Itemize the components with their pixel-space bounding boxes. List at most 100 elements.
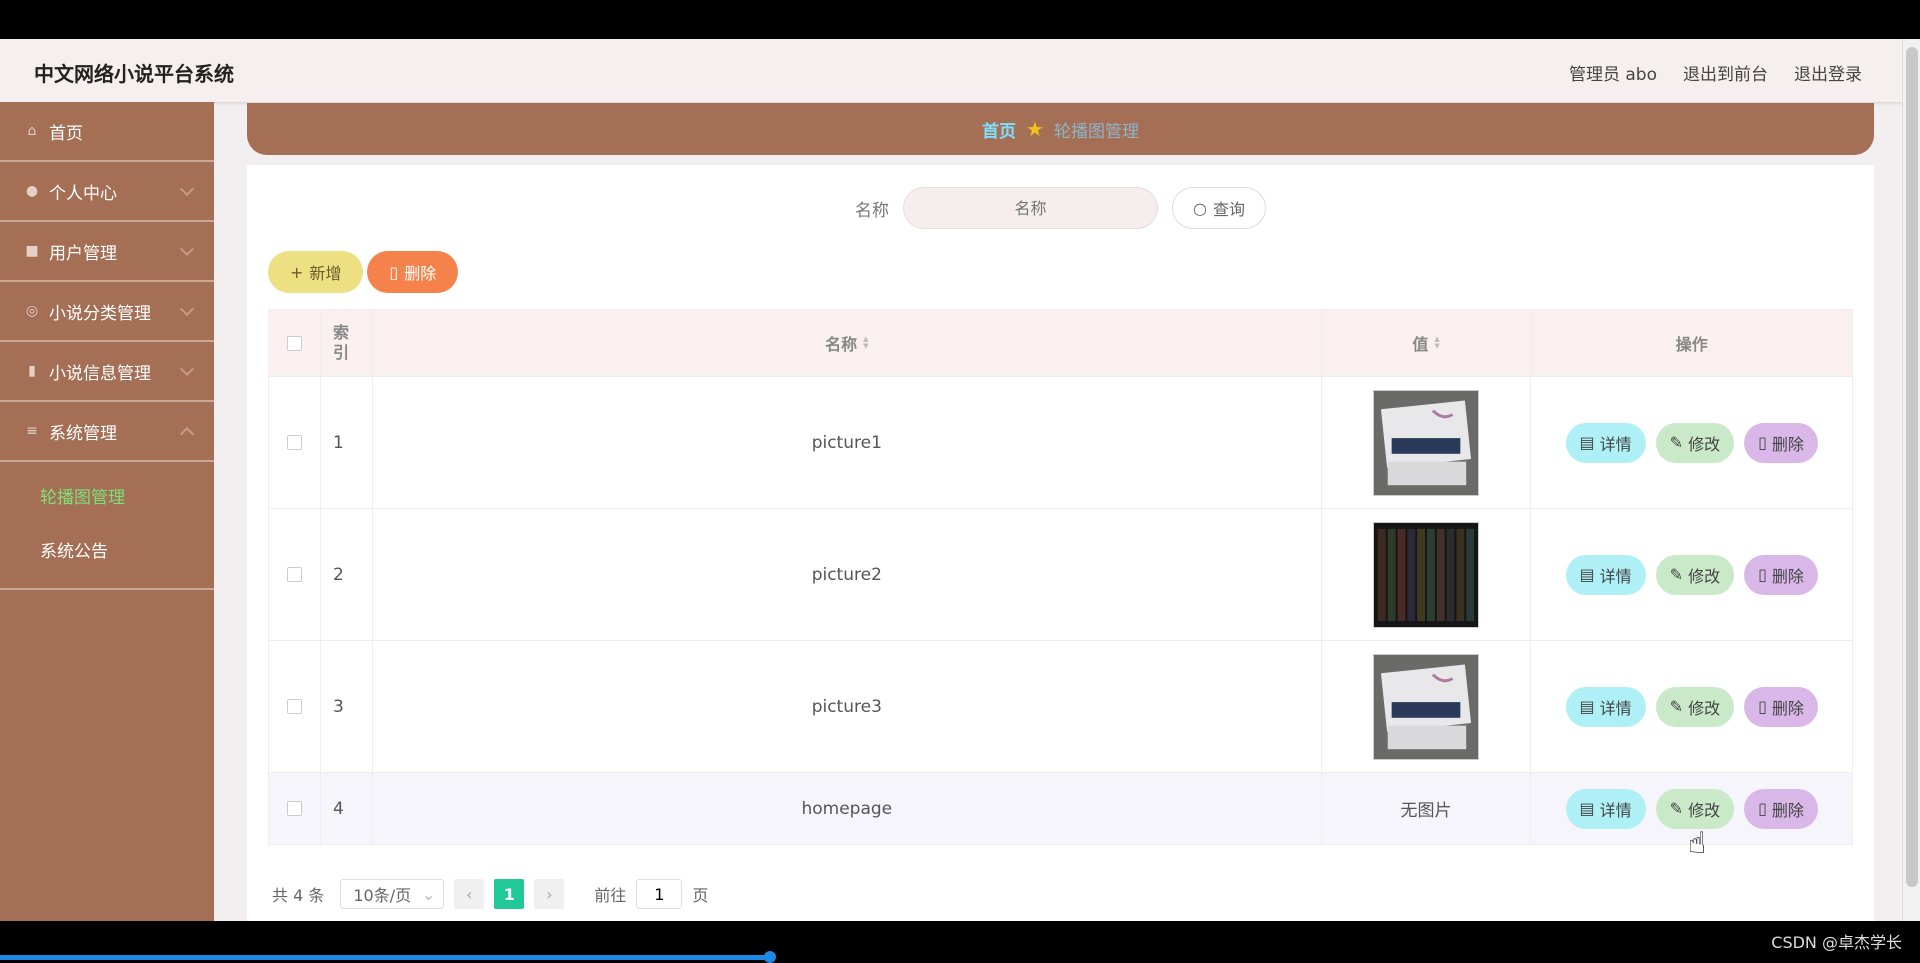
row-checkbox[interactable] — [286, 567, 302, 582]
table-header: 索引 名称 ▲ ▼ 值 ▲ ▼ 操作 — [268, 309, 1853, 377]
logout-link[interactable]: 退出登录 — [1794, 60, 1862, 85]
sidebar-item-user-management[interactable]: ■ 用户管理 — [0, 222, 214, 282]
video-progress-bar[interactable] — [0, 955, 770, 960]
admin-user-label[interactable]: 管理员 abo — [1569, 60, 1657, 85]
edit-button[interactable]: ✎ 修改 — [1655, 788, 1735, 829]
sidebar-item-system-management[interactable]: ≡ 系统管理 — [0, 402, 214, 462]
trash-icon: ▯ — [1758, 697, 1767, 716]
search-button[interactable]: ○ 查询 — [1172, 187, 1266, 229]
total-count: 共 4 条 — [272, 886, 325, 905]
detail-label: 详情 — [1599, 434, 1632, 454]
batch-delete-button[interactable]: ▯ 删除 — [367, 251, 459, 293]
search-label: 名称 — [855, 200, 889, 221]
detail-button[interactable]: ▤ 详情 — [1565, 422, 1646, 463]
edit-button[interactable]: ✎ 修改 — [1655, 686, 1735, 727]
sidebar-item-home[interactable]: ⌂ 首页 — [0, 102, 214, 162]
header-index: 索引 — [321, 310, 373, 376]
row-checkbox[interactable] — [286, 801, 302, 816]
progress-handle[interactable] — [764, 951, 776, 963]
sidebar-item-label: 首页 — [49, 123, 83, 144]
menu-icon: ≡ — [26, 423, 38, 439]
table-row: 2 picture2 ▤ 详情 ✎ 修改 ▯ 删除 — [268, 509, 1853, 641]
sidebar-item-label: 个人中心 — [49, 183, 117, 204]
sidebar-item-label: 用户管理 — [49, 243, 117, 264]
detail-label: 详情 — [1599, 698, 1632, 718]
trash-icon: ▯ — [1758, 565, 1767, 584]
table-row: 3 picture3 ▤ 详情 ✎ 修改 ▯ 删除 — [268, 641, 1853, 773]
watermark: CSDN @卓杰学长 — [1771, 933, 1902, 952]
prev-page-button[interactable]: ‹ — [454, 879, 485, 909]
trash-icon: ▯ — [389, 262, 399, 282]
chevron-left-icon: ‹ — [466, 884, 473, 904]
search-input[interactable] — [903, 187, 1158, 229]
row-ops: ▤ 详情 ✎ 修改 ▯ 删除 — [1531, 377, 1852, 508]
row-ops: ▤ 详情 ✎ 修改 ▯ 删除 — [1531, 509, 1852, 640]
document-icon: ▤ — [1579, 433, 1595, 452]
top-links: 管理员 abo 退出到前台 退出登录 — [1569, 60, 1862, 85]
chevron-down-icon — [179, 181, 195, 197]
sort-icon: ▲ ▼ — [863, 335, 869, 350]
next-page-button[interactable]: › — [534, 879, 565, 909]
row-index: 4 — [321, 773, 373, 844]
search-icon: ○ — [1193, 198, 1207, 218]
content-panel: 名称 ○ 查询 + 新增 ▯ 删除 索引 名称 ▲▼ 值 ▲▼ 操作 — [247, 165, 1874, 921]
page-size-value: 10条/页 — [353, 886, 412, 905]
thumbnail-image[interactable] — [1373, 389, 1480, 496]
goto-prefix: 前往 — [594, 886, 627, 905]
header-ops-label: 操作 — [1675, 335, 1708, 354]
header-value[interactable]: 值 ▲ ▼ — [1322, 310, 1532, 376]
sidebar-item-label: 小说分类管理 — [49, 303, 151, 324]
detail-button[interactable]: ▤ 详情 — [1565, 686, 1646, 727]
detail-button[interactable]: ▤ 详情 — [1565, 554, 1646, 595]
header-name[interactable]: 名称 ▲ ▼ — [373, 310, 1322, 376]
sidebar-item-category-management[interactable]: ◎ 小说分类管理 — [0, 282, 214, 342]
edit-button[interactable]: ✎ 修改 — [1655, 554, 1735, 595]
back-to-frontend-link[interactable]: 退出到前台 — [1683, 60, 1768, 85]
row-name: homepage — [373, 773, 1322, 844]
vertical-scrollbar[interactable] — [1902, 39, 1920, 921]
delete-label: 删除 — [1771, 698, 1804, 718]
detail-button[interactable]: ▤ 详情 — [1565, 788, 1646, 829]
row-name: picture2 — [373, 509, 1322, 640]
sidebar-item-label: 小说信息管理 — [49, 363, 151, 384]
row-checkbox-cell — [269, 509, 321, 640]
thumbnail-image[interactable] — [1373, 653, 1480, 760]
add-button[interactable]: + 新增 — [268, 251, 364, 293]
delete-button[interactable]: ▯ 删除 — [1744, 554, 1818, 595]
chevron-down-icon — [179, 301, 195, 317]
row-checkbox-cell — [269, 641, 321, 772]
scrollbar-thumb[interactable] — [1906, 47, 1918, 887]
delete-button[interactable]: ▯ 删除 — [1744, 788, 1818, 829]
user-icon: ● — [25, 183, 39, 199]
trash-icon: ▯ — [1758, 799, 1767, 818]
edit-label: 修改 — [1688, 800, 1721, 820]
sidebar-item-novel-management[interactable]: ▮ 小说信息管理 — [0, 342, 214, 402]
page-size-select[interactable]: 10条/页 ⌄ — [340, 879, 445, 909]
delete-button[interactable]: ▯ 删除 — [1744, 422, 1818, 463]
trash-icon: ▯ — [1758, 433, 1767, 452]
header-ops: 操作 — [1531, 310, 1852, 376]
thumbnail-image[interactable] — [1373, 521, 1480, 628]
users-icon: ■ — [25, 243, 39, 259]
sidebar-subitem-announcement[interactable]: 系统公告 — [0, 522, 214, 576]
edit-button[interactable]: ✎ 修改 — [1655, 422, 1735, 463]
breadcrumb-home[interactable]: 首页 — [982, 117, 1016, 142]
goto-page-input[interactable] — [636, 879, 683, 909]
document-icon: ▤ — [1579, 799, 1595, 818]
row-checkbox[interactable] — [286, 435, 302, 450]
row-checkbox-cell — [269, 773, 321, 844]
row-index: 2 — [321, 509, 373, 640]
page-number[interactable]: 1 — [494, 879, 525, 909]
batch-delete-label: 删除 — [404, 264, 437, 283]
header-index-label: 索引 — [332, 323, 349, 362]
delete-button[interactable]: ▯ 删除 — [1744, 686, 1818, 727]
sidebar-item-personal-center[interactable]: ● 个人中心 — [0, 162, 214, 222]
edit-label: 修改 — [1688, 698, 1721, 718]
select-all-checkbox[interactable] — [286, 335, 302, 351]
data-table: 索引 名称 ▲ ▼ 值 ▲ ▼ 操作 1 picture1 ▤ 详情 ✎ 修改 … — [268, 309, 1853, 845]
row-checkbox[interactable] — [286, 699, 302, 714]
sidebar-subitem-carousel[interactable]: 轮播图管理 — [0, 468, 214, 522]
app-title: 中文网络小说平台系统 — [34, 62, 234, 86]
edit-label: 修改 — [1688, 434, 1721, 454]
plus-icon: + — [290, 262, 304, 282]
